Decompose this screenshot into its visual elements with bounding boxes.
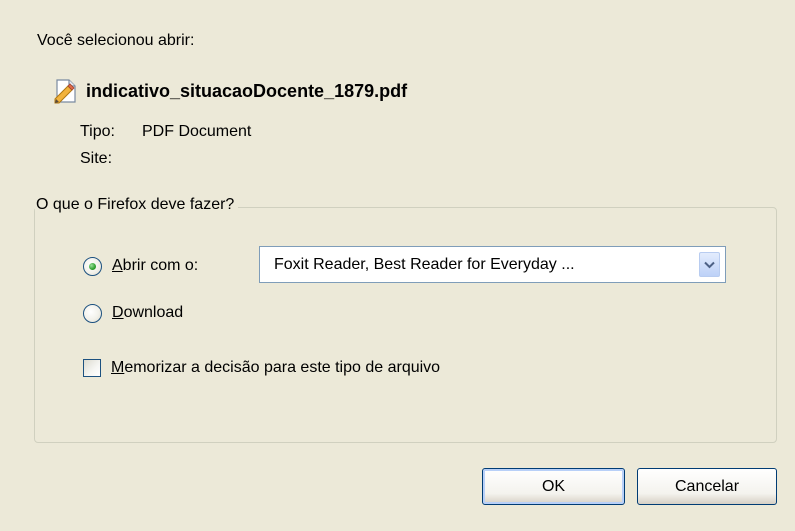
remember-accesskey: M: [111, 359, 125, 376]
open-with-radio-option[interactable]: Abrir com o:: [83, 254, 198, 278]
intro-text: Você selecionou abrir:: [37, 32, 195, 49]
remember-decision-option[interactable]: Memorizar a decisão para este tipo de ar…: [83, 356, 440, 380]
file-row: indicativo_situacaoDocente_1879.pdf: [52, 77, 407, 105]
cancel-button[interactable]: Cancelar: [637, 468, 777, 505]
download-radio-option[interactable]: Download: [83, 301, 183, 325]
remember-decision-label-text: emorizar a decisão para este tipo de arq…: [124, 359, 441, 376]
download-radio[interactable]: [83, 303, 102, 323]
file-type-value: PDF Document: [142, 123, 252, 140]
open-with-label: Abrir com o:: [112, 257, 198, 275]
action-groupbox: [34, 207, 777, 443]
remember-decision-label: Memorizar a decisão para este tipo de ar…: [111, 359, 440, 377]
download-dialog: Você selecionou abrir: indicativo_situac…: [0, 0, 795, 531]
application-select[interactable]: Foxit Reader, Best Reader for Everyday .…: [259, 246, 726, 283]
chevron-down-icon[interactable]: [699, 252, 720, 277]
file-site-row: Site:: [80, 150, 142, 168]
download-accesskey: D: [112, 304, 124, 321]
radio-selected-dot: [89, 262, 96, 270]
open-with-accesskey: A: [112, 257, 123, 274]
ok-button[interactable]: OK: [482, 468, 625, 505]
remember-decision-checkbox[interactable]: [83, 359, 101, 377]
file-name: indicativo_situacaoDocente_1879.pdf: [86, 80, 408, 101]
pdf-document-icon: [52, 77, 80, 105]
open-with-radio[interactable]: [83, 256, 102, 276]
open-with-label-text: brir com o:: [122, 257, 199, 274]
download-label-text: ownload: [123, 304, 184, 321]
file-type-label: Tipo:: [80, 123, 115, 140]
file-type-row: Tipo: PDF Document: [80, 123, 251, 141]
application-select-value: Foxit Reader, Best Reader for Everyday .…: [274, 255, 575, 273]
file-site-label: Site:: [80, 150, 113, 167]
download-label: Download: [112, 304, 183, 322]
action-group-legend: O que o Firefox deve fazer?: [35, 196, 239, 214]
